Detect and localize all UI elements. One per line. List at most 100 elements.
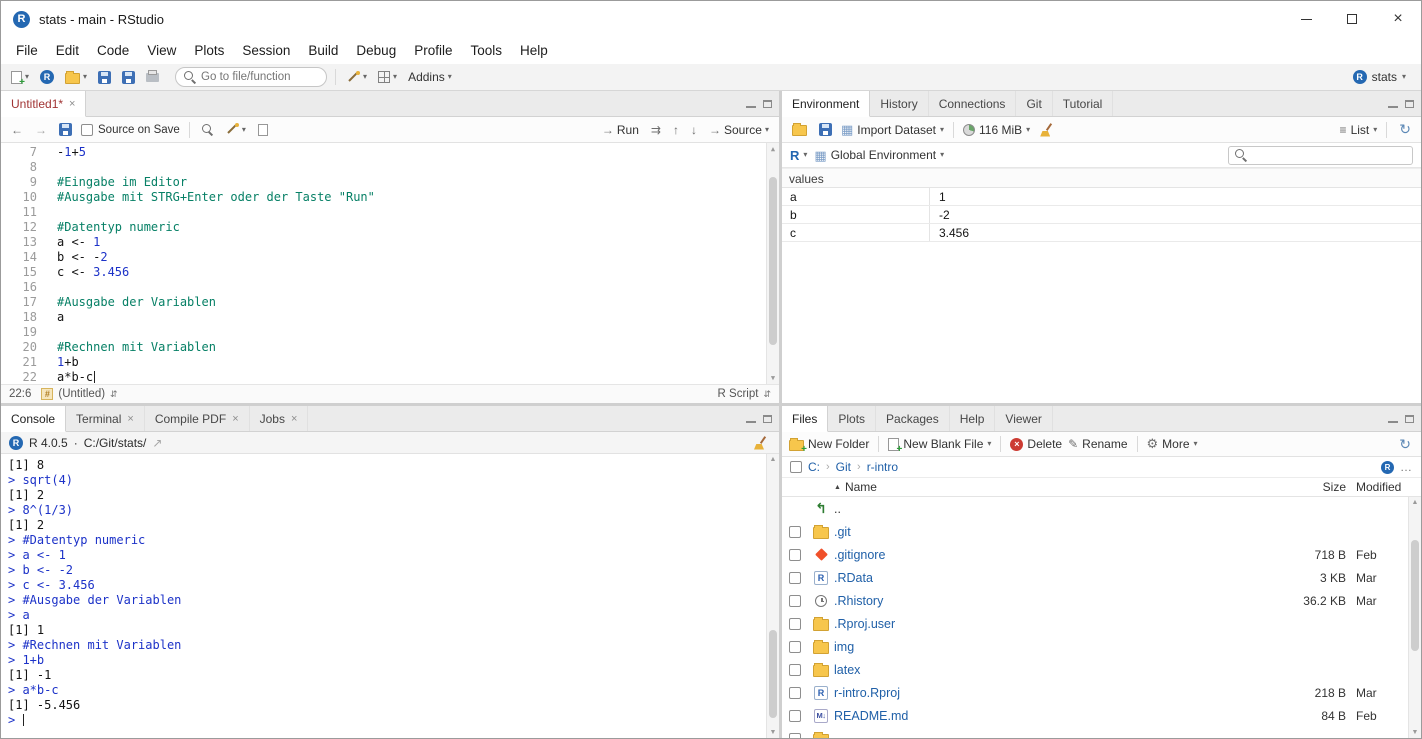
file-checkbox[interactable]	[789, 618, 801, 630]
menu-session[interactable]: Session	[233, 37, 299, 64]
file-name-link[interactable]: .gitignore	[834, 548, 1278, 562]
memory-usage-button[interactable]: 116 MiB▾	[963, 123, 1030, 137]
breadcrumb-item[interactable]: r-intro	[867, 460, 898, 474]
scroll-down-arrow[interactable]: ▼	[1409, 729, 1421, 736]
file-name-link[interactable]: .git	[834, 525, 1278, 539]
tab-terminal[interactable]: Terminal×	[66, 406, 145, 431]
file-checkbox[interactable]	[789, 710, 801, 722]
editor-line[interactable]: c <- 3.456	[57, 265, 779, 280]
file-name-link[interactable]: .Rproj.user	[834, 617, 1278, 631]
maximize-button[interactable]	[1329, 1, 1375, 37]
editor-line[interactable]	[57, 160, 779, 175]
close-tab-icon[interactable]: ×	[232, 413, 238, 425]
run-button[interactable]: →Run	[599, 121, 642, 139]
maximize-pane-button[interactable]	[1405, 100, 1414, 108]
tab-packages[interactable]: Packages	[876, 406, 950, 431]
file-name-link[interactable]: README.md	[834, 709, 1278, 723]
open-in-new-window-icon[interactable]: ↗	[152, 437, 162, 449]
scroll-down-arrow[interactable]: ▼	[767, 374, 779, 382]
minimize-pane-button[interactable]	[746, 99, 756, 108]
environment-search-box[interactable]	[1228, 146, 1413, 165]
file-row[interactable]: .Rhistory36.2 KBMar	[782, 589, 1408, 612]
menu-profile[interactable]: Profile	[405, 37, 461, 64]
rerun-button[interactable]: ⇉	[648, 122, 664, 138]
list-view-button[interactable]: ≡List▾	[1340, 123, 1378, 137]
scrollbar-thumb[interactable]	[769, 177, 777, 346]
addins-button[interactable]: Addins▾	[405, 68, 455, 86]
tab-viewer[interactable]: Viewer	[995, 406, 1052, 431]
file-row[interactable]: .Rproj.user	[782, 612, 1408, 635]
maximize-pane-button[interactable]	[1405, 415, 1414, 423]
file-checkbox[interactable]	[789, 687, 801, 699]
editor-line[interactable]: #Rechnen mit Variablen	[57, 340, 779, 355]
breadcrumb-item[interactable]: Git	[836, 460, 851, 474]
file-name-link[interactable]: .RData	[834, 571, 1278, 585]
name-column-header[interactable]: ▲Name	[834, 480, 1278, 494]
maximize-pane-button[interactable]	[763, 100, 772, 108]
tab-history[interactable]: History	[870, 91, 928, 116]
rename-button[interactable]: ✎Rename	[1068, 437, 1127, 451]
save-button[interactable]	[95, 69, 114, 86]
menu-help[interactable]: Help	[511, 37, 557, 64]
environment-value-row[interactable]: c3.456	[782, 224, 1421, 242]
compile-report-button[interactable]	[255, 122, 271, 138]
refresh-button[interactable]: ↻	[1396, 434, 1414, 455]
menu-edit[interactable]: Edit	[47, 37, 88, 64]
tab-compile-pdf[interactable]: Compile PDF×	[145, 406, 250, 431]
editor-line[interactable]: a <- 1	[57, 235, 779, 250]
tab-git[interactable]: Git	[1016, 91, 1052, 116]
environment-value-row[interactable]: b-2	[782, 206, 1421, 224]
menu-file[interactable]: File	[7, 37, 47, 64]
scrollbar-thumb[interactable]	[769, 630, 777, 718]
editor-line[interactable]: b <- -2	[57, 250, 779, 265]
import-dataset-button[interactable]: ▦Import Dataset▾	[841, 123, 944, 137]
tab-untitled1-[interactable]: Untitled1*×	[1, 91, 86, 117]
editor-line[interactable]	[57, 205, 779, 220]
new-blank-file-button[interactable]: New Blank File▾	[888, 437, 991, 451]
new-folder-button[interactable]: New Folder	[789, 437, 869, 451]
environment-selector[interactable]: ▦Global Environment▾	[814, 148, 944, 162]
load-workspace-button[interactable]	[789, 121, 810, 138]
file-name-link[interactable]: .Rhistory	[834, 594, 1278, 608]
code-editor[interactable]: 78910111213141516171819202122 -1+5#Einga…	[1, 143, 779, 384]
tab-environment[interactable]: Environment	[782, 91, 870, 117]
source-button[interactable]: →Source▾	[706, 121, 772, 139]
cursor-position[interactable]: 22:6	[9, 388, 31, 400]
file-row[interactable]: M↓README.md84 BFeb	[782, 704, 1408, 727]
file-checkbox[interactable]	[789, 572, 801, 584]
file-type-selector[interactable]: R Script ⇵	[718, 388, 771, 400]
file-row[interactable]: latex	[782, 658, 1408, 681]
file-row[interactable]: img	[782, 635, 1408, 658]
refresh-button[interactable]: ↻	[1396, 119, 1414, 140]
file-row[interactable]: ↰..	[782, 497, 1408, 520]
code-tools-button[interactable]: ▾	[344, 69, 370, 86]
project-selector[interactable]: R stats ▾	[1345, 68, 1414, 86]
select-all-checkbox[interactable]	[790, 461, 802, 473]
menu-view[interactable]: View	[138, 37, 185, 64]
scroll-down-arrow[interactable]: ▼	[767, 729, 779, 736]
language-selector[interactable]: R▾	[790, 148, 807, 163]
scroll-up-arrow[interactable]: ▲	[767, 456, 779, 463]
editor-line[interactable]: a*b-c	[57, 370, 779, 384]
close-tab-icon[interactable]: ×	[291, 413, 297, 425]
previous-chunk-button[interactable]: ↑	[670, 122, 682, 138]
clear-environment-button[interactable]	[1036, 121, 1057, 139]
file-row[interactable]: R.RData3 KBMar	[782, 566, 1408, 589]
file-checkbox[interactable]	[789, 549, 801, 561]
minimize-button[interactable]	[1283, 1, 1329, 37]
console[interactable]: [1] 8> sqrt(4)[1] 2> 8^(1/3)[1] 2> #Date…	[1, 454, 779, 738]
close-tab-icon[interactable]: ×	[69, 98, 75, 110]
modified-column-header[interactable]: Modified	[1356, 480, 1408, 494]
breadcrumb-more-button[interactable]: …	[1400, 460, 1413, 474]
save-workspace-button[interactable]	[816, 121, 835, 138]
size-column-header[interactable]: Size	[1278, 480, 1356, 494]
file-row[interactable]: .gitignore718 BFeb	[782, 543, 1408, 566]
clear-console-button[interactable]	[750, 434, 771, 452]
tab-tutorial[interactable]: Tutorial	[1053, 91, 1114, 116]
file-name-link[interactable]: ..	[834, 502, 1278, 516]
menu-code[interactable]: Code	[88, 37, 138, 64]
menu-tools[interactable]: Tools	[461, 37, 511, 64]
delete-button[interactable]: ×Delete	[1010, 437, 1062, 451]
scrollbar-thumb[interactable]	[1411, 540, 1419, 651]
file-checkbox[interactable]	[789, 733, 801, 739]
